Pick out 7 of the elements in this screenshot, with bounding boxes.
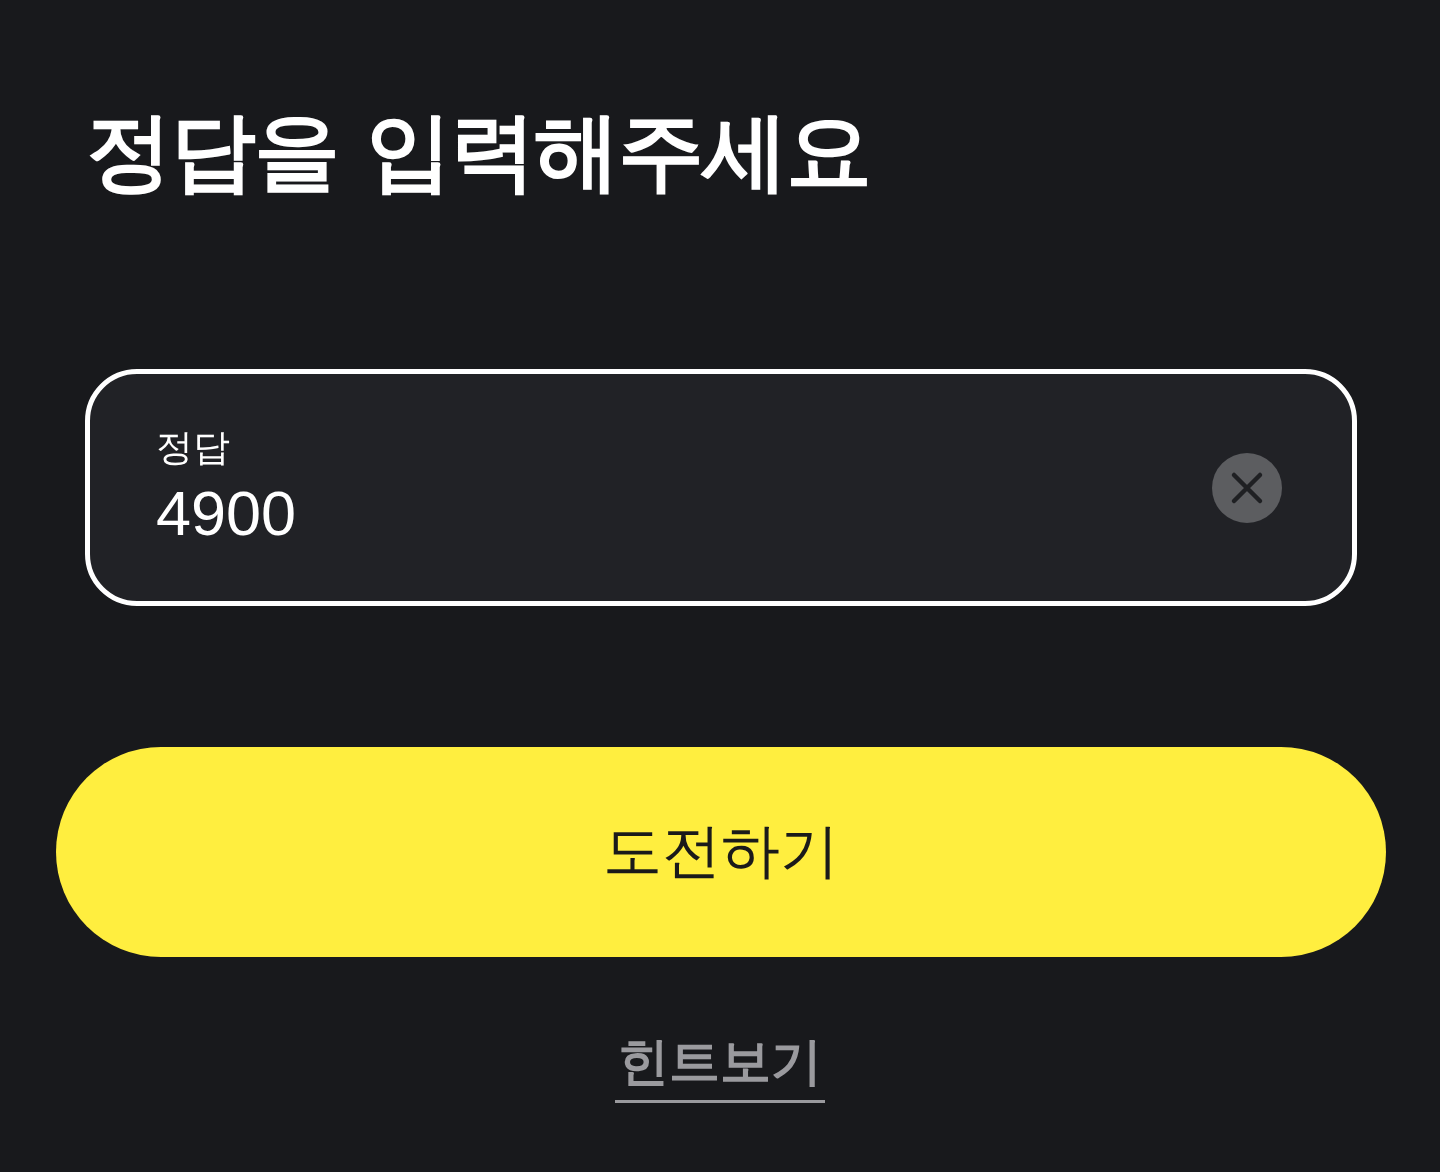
clear-icon[interactable] xyxy=(1212,452,1282,523)
answer-field[interactable]: 정답 4900 xyxy=(85,369,1357,607)
submit-button[interactable]: 도전하기 xyxy=(56,747,1386,958)
field-label: 정답 xyxy=(156,426,230,471)
answer-input[interactable]: 4900 xyxy=(156,476,756,550)
page-title: 정답을 입력해주세요 xyxy=(86,100,870,203)
hint-link[interactable]: 힌트보기 xyxy=(615,1031,825,1104)
